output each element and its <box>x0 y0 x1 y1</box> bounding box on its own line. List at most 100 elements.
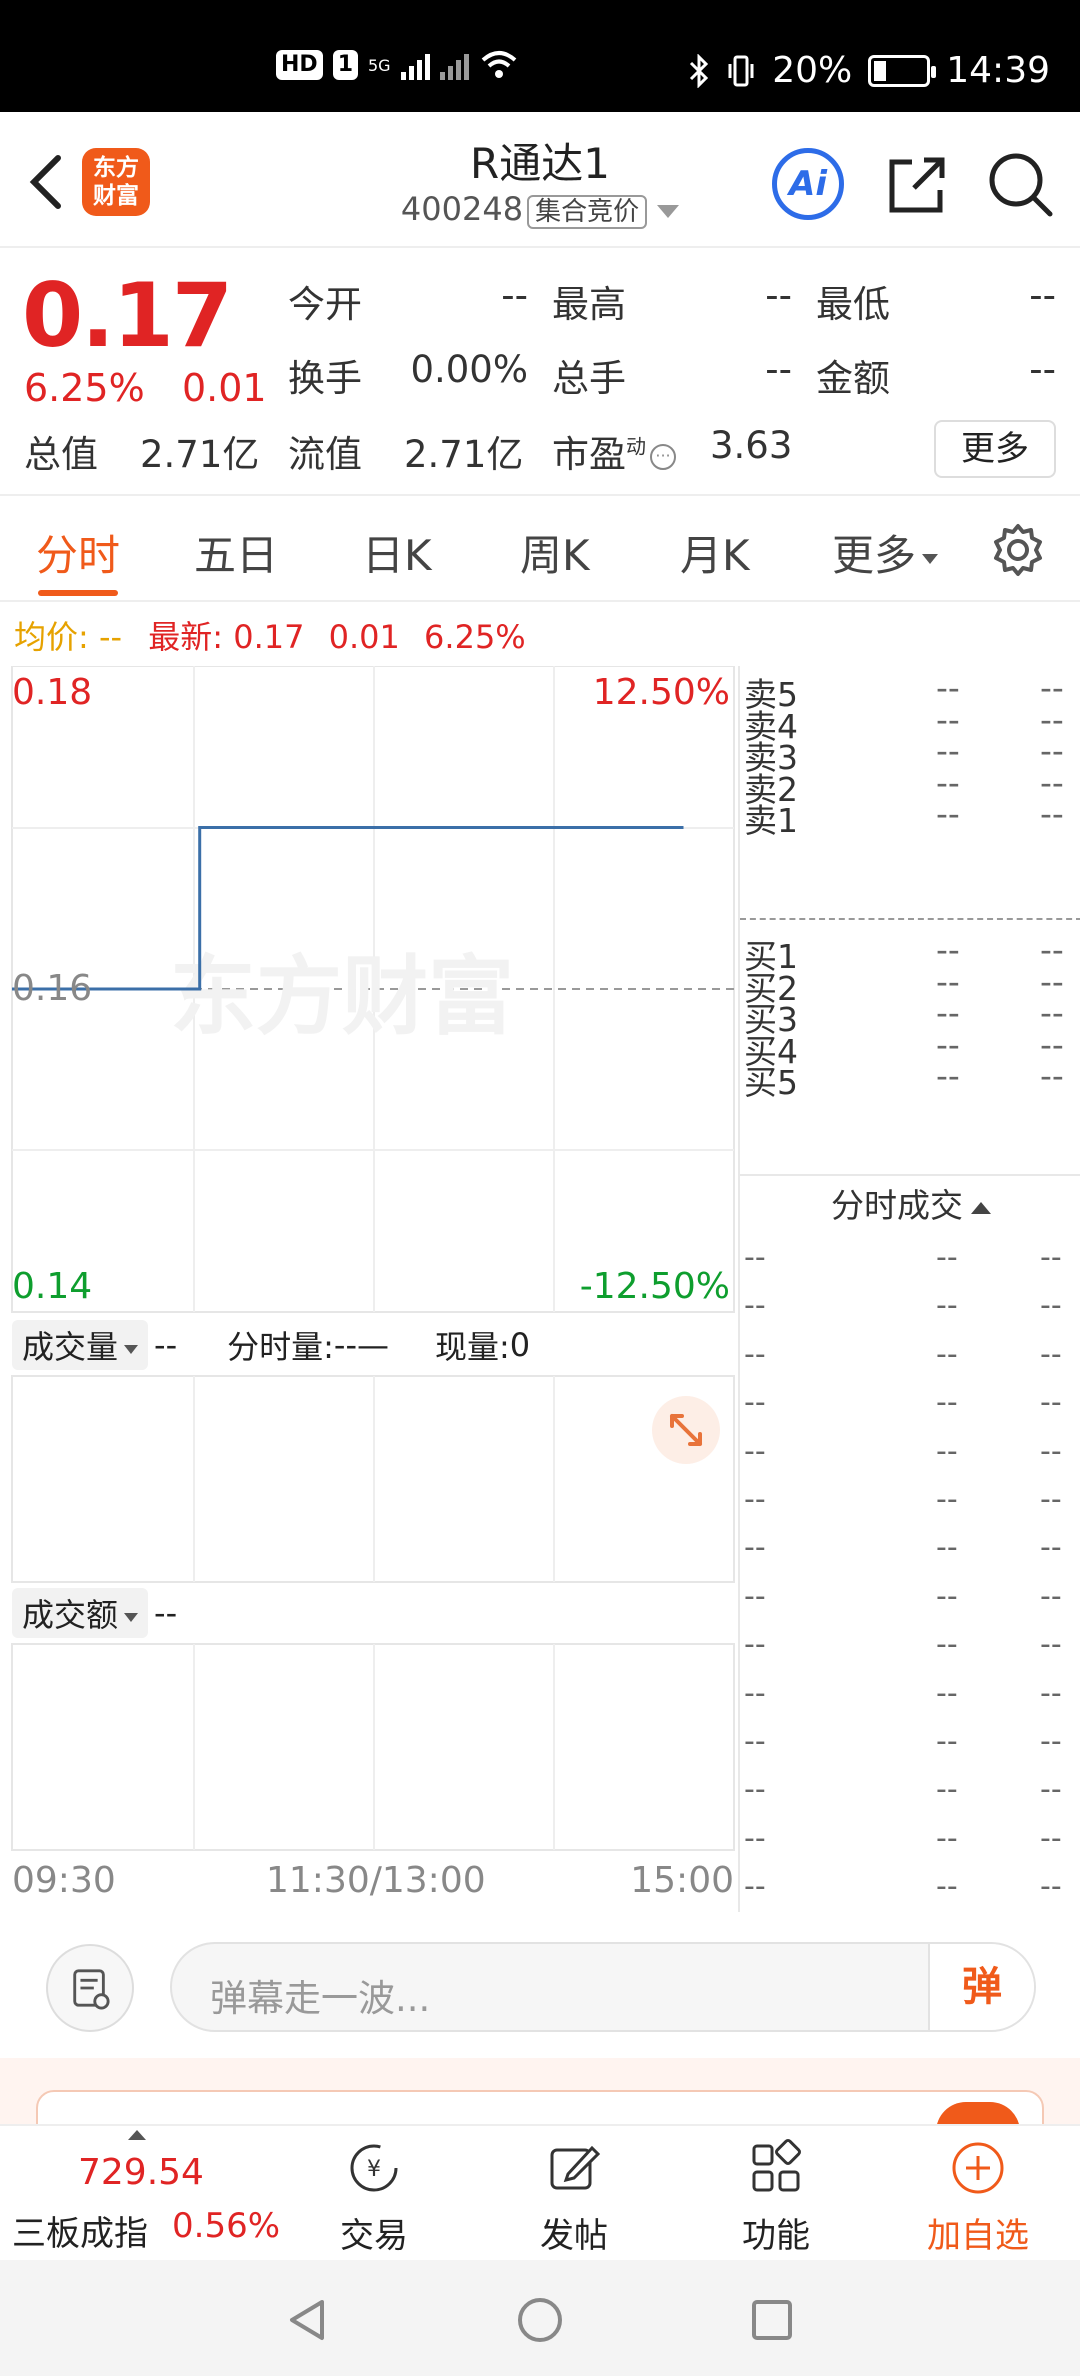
stock-header: 东方 财富 R通达1 400248 集合竞价 Ai <box>0 112 1080 248</box>
y-axis-mid-label: 0.16 <box>12 968 93 1009</box>
nav-recents-icon[interactable] <box>748 2296 796 2344</box>
tab-more[interactable]: 更多 <box>832 522 939 583</box>
trade-cell: -- <box>936 1627 958 1663</box>
index-value[interactable]: 729.54 <box>78 2152 204 2193</box>
intraday-chart[interactable]: 东方财富 0.18 12.50% 0.16 0.14 -12.50% 09:30… <box>0 666 740 1916</box>
trade-cell: -- <box>744 1578 766 1614</box>
trade-cell: -- <box>936 1820 958 1856</box>
level-label: 买5 <box>744 1063 798 1103</box>
index-pct: 0.56% <box>172 2206 281 2246</box>
nav-functions[interactable]: 功能 <box>716 2138 836 2257</box>
volume-selector[interactable]: 成交量 <box>12 1320 149 1370</box>
dropdown-triangle-icon[interactable] <box>657 204 680 218</box>
low-value: -- <box>1029 274 1056 317</box>
mktcap-value: 2.71亿 <box>140 433 260 476</box>
chart-tabs: 分时 五日 日K 周K 月K 更多 <box>0 498 1080 602</box>
trade-cell: -- <box>744 1336 766 1372</box>
share-icon[interactable] <box>884 152 950 218</box>
trade-cell: -- <box>936 1530 958 1566</box>
open-label: 今开 <box>288 283 362 326</box>
trade-cell: -- <box>744 1385 766 1421</box>
trade-cell: -- <box>744 1433 766 1469</box>
trade-cell: -- <box>1040 1627 1062 1663</box>
index-name[interactable]: 三板成指 <box>12 2206 148 2255</box>
signal-icon <box>400 50 430 80</box>
trade-cell: -- <box>744 1530 766 1566</box>
trade-cell: -- <box>936 1869 958 1905</box>
trade-cell: -- <box>1040 1385 1062 1421</box>
trade-cell: -- <box>744 1240 766 1275</box>
caret-down-icon <box>124 1612 139 1622</box>
high-label: 最高 <box>552 283 626 326</box>
volume-value: -- <box>765 348 792 391</box>
volume-value: -- <box>154 1326 178 1364</box>
caret-down-icon <box>922 553 939 564</box>
search-icon[interactable] <box>984 148 1056 220</box>
amount-label: 金额 <box>816 357 890 400</box>
pe-dynamic-sup: 动 <box>626 434 646 459</box>
trade-cell: -- <box>936 1288 958 1324</box>
trade-cell: -- <box>744 1869 766 1905</box>
danmu-placeholder: 弹幕走一波... <box>210 1977 431 2020</box>
wifi-icon <box>481 51 516 78</box>
turnover-value: 0.00% <box>410 348 528 391</box>
trade-icon: ¥ <box>350 2144 398 2192</box>
system-nav-bar <box>0 2260 1080 2376</box>
auction-tag: 集合竞价 <box>527 195 648 229</box>
trades-header[interactable]: 分时成交 <box>740 1174 1080 1234</box>
level-label: 卖1 <box>744 801 798 841</box>
caret-up-icon <box>971 1201 991 1214</box>
pe-label[interactable]: 市盈动 ··· <box>552 424 676 478</box>
tick-volume-label: 分时量: <box>227 1328 334 1366</box>
info-icon[interactable]: ··· <box>650 443 676 470</box>
amount-selector[interactable]: 成交额 <box>12 1588 149 1638</box>
stock-code: 400248 <box>400 190 524 228</box>
gear-icon[interactable] <box>990 522 1046 578</box>
ai-assistant-icon[interactable]: Ai <box>772 148 844 220</box>
signal2-icon <box>439 50 469 80</box>
tab-weekly-k[interactable]: 周K <box>520 522 590 583</box>
edit-icon <box>550 2145 601 2190</box>
turnover-label: 换手 <box>288 357 362 400</box>
pe-label-text: 市盈 <box>552 433 626 476</box>
tab-daily-k[interactable]: 日K <box>362 522 432 583</box>
svg-text:¥: ¥ <box>367 2157 381 2182</box>
tab-monthly-k[interactable]: 月K <box>680 522 750 583</box>
trade-cell: -- <box>744 1675 766 1711</box>
status-right: 20% 14:39 <box>688 50 1050 91</box>
trade-cell: -- <box>936 1240 958 1275</box>
amount-value: -- <box>1029 348 1056 391</box>
nav-home-icon[interactable] <box>516 2296 564 2344</box>
float-value: 2.71亿 <box>404 433 524 476</box>
more-quote-button[interactable]: 更多 <box>934 420 1056 478</box>
nav-trade[interactable]: ¥ 交易 <box>314 2138 434 2257</box>
level-price: -- <box>936 794 960 834</box>
expand-icon[interactable] <box>652 1396 720 1464</box>
grid-icon <box>752 2139 801 2192</box>
trade-cell: -- <box>936 1675 958 1711</box>
volume-label: 总手 <box>552 357 626 400</box>
trade-cell: -- <box>936 1482 958 1517</box>
note-settings-icon[interactable] <box>46 1944 134 2032</box>
danmu-input[interactable]: 弹幕走一波... 弹 <box>170 1942 1036 2032</box>
trade-cell: -- <box>1040 1772 1062 1808</box>
tab-five-day[interactable]: 五日 <box>194 522 278 583</box>
tab-intraday[interactable]: 分时 <box>36 522 120 583</box>
x-axis-mid-label: 11:30/13:00 <box>266 1860 486 1901</box>
low-label: 最低 <box>816 283 890 326</box>
intraday-info-line: 均价: -- 最新: 0.17 0.01 6.25% <box>14 612 526 658</box>
clock: 14:39 <box>946 50 1050 91</box>
watermark-text: 东方财富 <box>170 947 514 1047</box>
nav-back-icon[interactable] <box>284 2296 332 2344</box>
nav-add-watchlist[interactable]: 加自选 <box>918 2138 1038 2257</box>
status-bar: HD 1 5G 20% 14:39 <box>0 0 1080 112</box>
nav-trade-label: 交易 <box>340 2216 408 2256</box>
trade-cell: -- <box>744 1288 766 1324</box>
nav-post[interactable]: 发帖 <box>514 2138 634 2257</box>
index-up-icon <box>128 2130 146 2140</box>
nav-add-watchlist-label: 加自选 <box>927 2216 1029 2256</box>
trade-cell: -- <box>936 1724 958 1759</box>
danmu-toggle-button[interactable]: 弹 <box>928 1944 1034 2030</box>
trade-cell: -- <box>744 1724 766 1759</box>
amount-value: -- <box>154 1594 178 1632</box>
